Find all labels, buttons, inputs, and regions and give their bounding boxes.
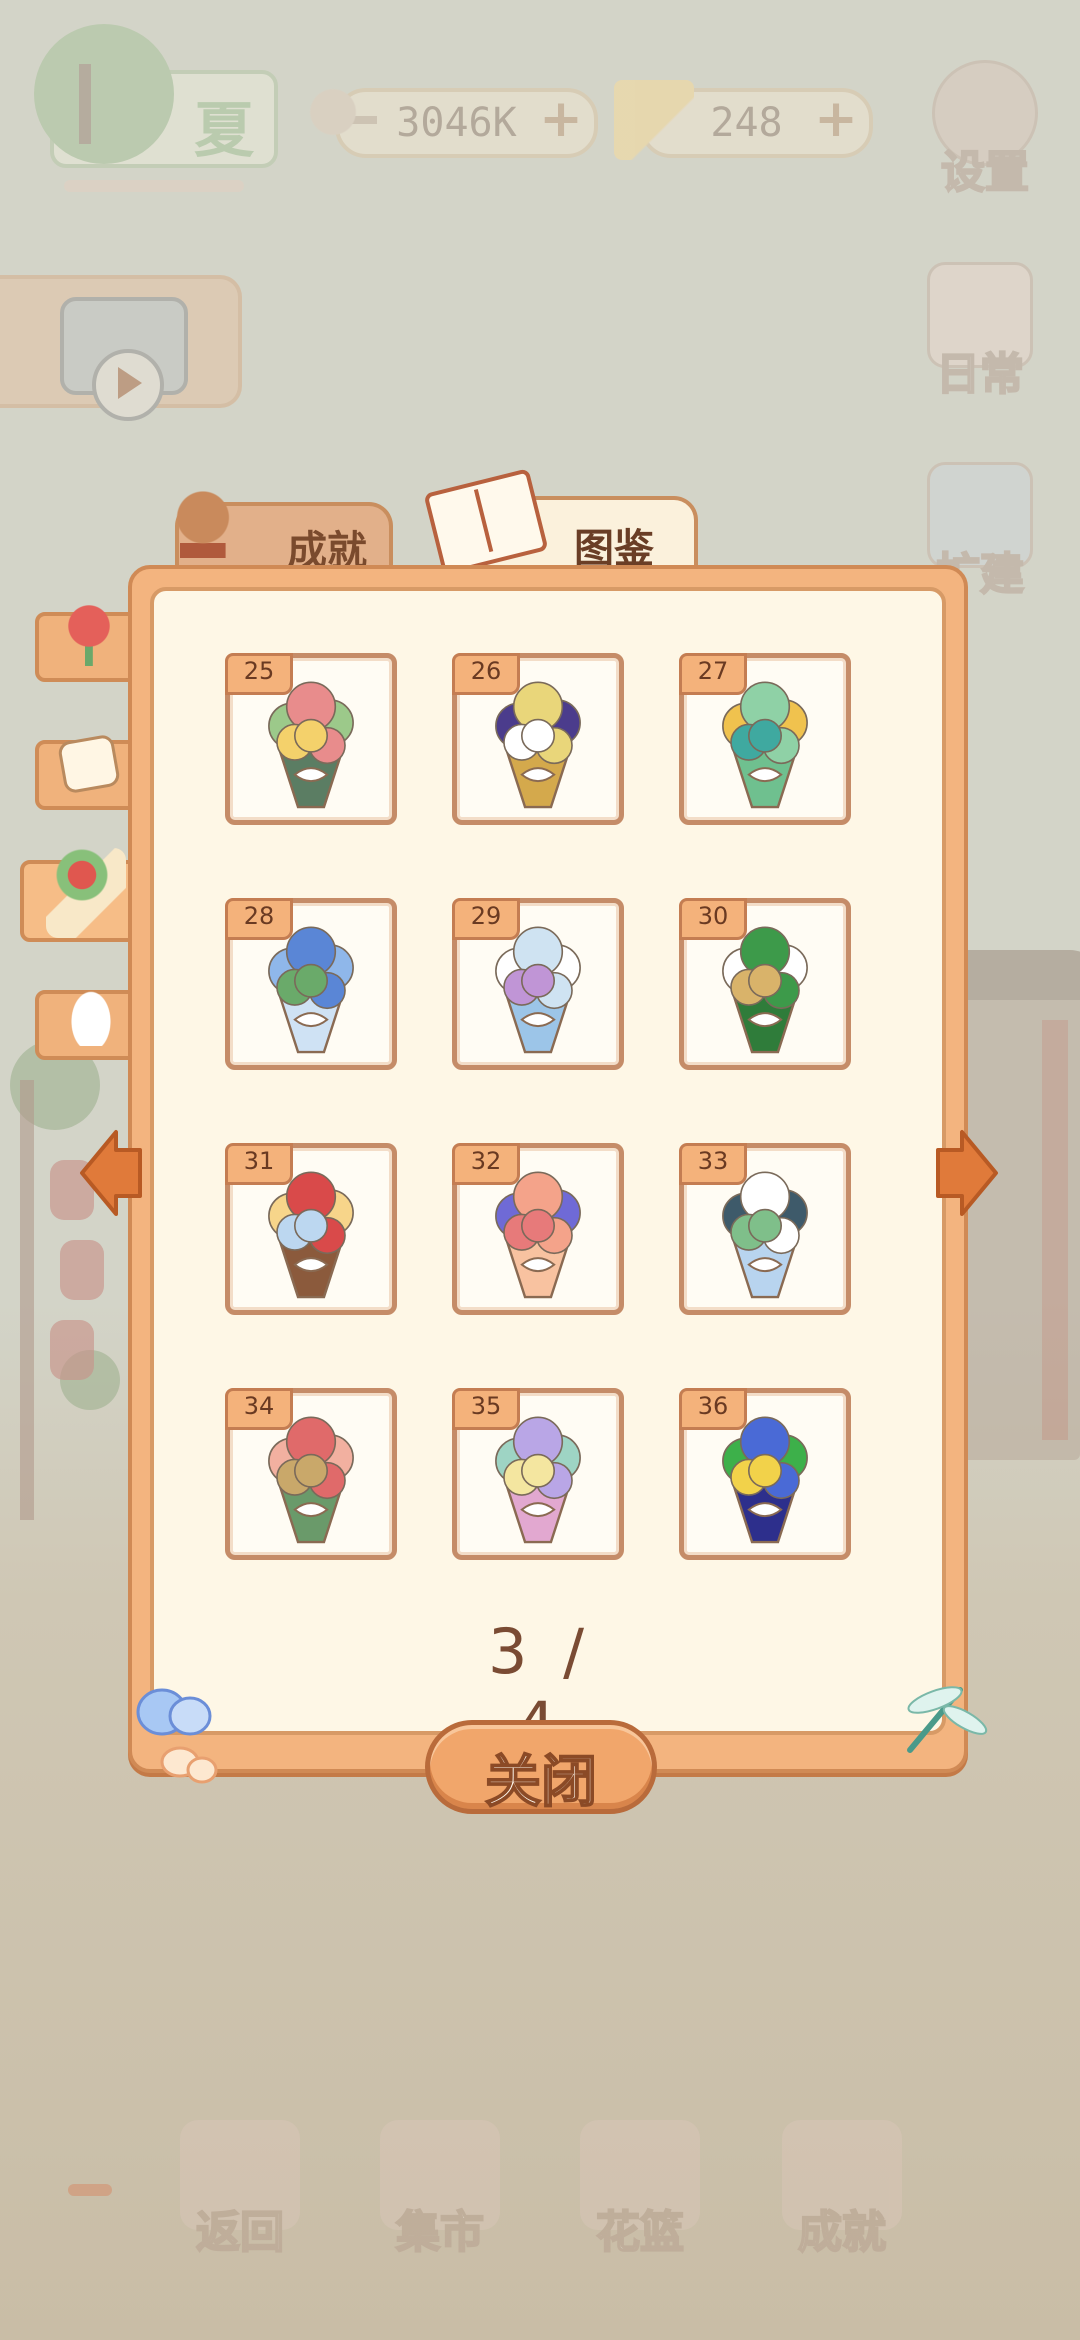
bouquet-card[interactable]: 34: [225, 1388, 397, 1560]
bottom-nav: 返回 集市 花篮 成就: [0, 2120, 1080, 2280]
tree-icon: [34, 24, 174, 164]
lantern: [50, 1320, 94, 1380]
trophy-icon: [165, 488, 241, 572]
nav-back[interactable]: 返回: [175, 2120, 305, 2260]
daily-button[interactable]: 日常: [920, 262, 1040, 402]
butterfly-icon: [136, 1688, 218, 1784]
season-label: 夏: [194, 96, 254, 166]
bouquet-number: 25: [225, 653, 293, 695]
bouquet-number: 30: [679, 898, 747, 940]
nav-basket[interactable]: 花篮: [575, 2120, 705, 2260]
flower-icon: [61, 598, 117, 668]
bouquet-number: 28: [225, 898, 293, 940]
bouquet-number: 33: [679, 1143, 747, 1185]
bouquet-card[interactable]: 31: [225, 1143, 397, 1315]
bouquet-number: 29: [452, 898, 520, 940]
category-tab-flowers[interactable]: [35, 598, 143, 682]
nav-achievements[interactable]: 成就: [777, 2120, 907, 2260]
lantern: [60, 1240, 104, 1300]
cheese-icon: [614, 80, 694, 160]
bouquet-number: 35: [452, 1388, 520, 1430]
nav-market-label: 集市: [395, 2206, 485, 2259]
bouquet-card[interactable]: 28: [225, 898, 397, 1070]
nav-market[interactable]: 集市: [375, 2120, 505, 2260]
bouquet-number: 26: [452, 653, 520, 695]
bouquet-card[interactable]: 32: [452, 1143, 624, 1315]
fishbone-icon: [309, 80, 389, 160]
bouquet-card[interactable]: 33: [679, 1143, 851, 1315]
close-button[interactable]: 关闭: [425, 1720, 657, 1816]
season-progress-bar: [64, 180, 244, 192]
season-badge[interactable]: 夏: [34, 24, 278, 192]
play-icon: [92, 349, 164, 421]
prev-page-button[interactable]: [78, 1128, 148, 1218]
bouquet-number: 32: [452, 1143, 520, 1185]
settings-label: 设置: [940, 146, 1030, 199]
bouquet-number: 31: [225, 1143, 293, 1185]
lantern-pole: [20, 1080, 34, 1520]
cheese-currency-value: 248: [710, 100, 783, 146]
bouquet-card[interactable]: 27: [679, 653, 851, 825]
fish-currency-value: 3046K: [396, 100, 517, 146]
bouquet-number: 36: [679, 1388, 747, 1430]
fish-currency[interactable]: 3046K +: [309, 80, 598, 160]
bouquet-card[interactable]: 29: [452, 898, 624, 1070]
bouquet-icon: [46, 848, 126, 938]
bouquet-card[interactable]: 36: [679, 1388, 851, 1560]
photo-icon: [56, 733, 122, 795]
nav-back-label: 返回: [195, 2206, 285, 2259]
cat-icon: [61, 976, 121, 1046]
nav-achievements-label: 成就: [797, 2206, 887, 2259]
bouquet-card[interactable]: 30: [679, 898, 851, 1070]
add-cheese-button[interactable]: +: [813, 93, 859, 145]
backpack-video-button[interactable]: [0, 275, 242, 421]
bouquet-number: 34: [225, 1388, 293, 1430]
bouquet-card[interactable]: 26: [452, 653, 624, 825]
category-tab-cats[interactable]: [35, 976, 143, 1060]
daily-label: 日常: [935, 348, 1025, 401]
close-button-label: 关闭: [484, 1749, 598, 1816]
cheese-currency[interactable]: 248 +: [614, 80, 873, 160]
settings-button[interactable]: 设置: [925, 60, 1045, 200]
next-page-button[interactable]: [930, 1128, 1000, 1218]
nav-basket-label: 花篮: [595, 2206, 685, 2259]
category-tab-photos[interactable]: [35, 733, 143, 810]
bouquet-card[interactable]: 35: [452, 1388, 624, 1560]
add-fish-button[interactable]: +: [538, 93, 584, 145]
dragonfly-icon: [907, 1686, 988, 1753]
bouquet-card[interactable]: 25: [225, 653, 397, 825]
bouquet-number: 27: [679, 653, 747, 695]
